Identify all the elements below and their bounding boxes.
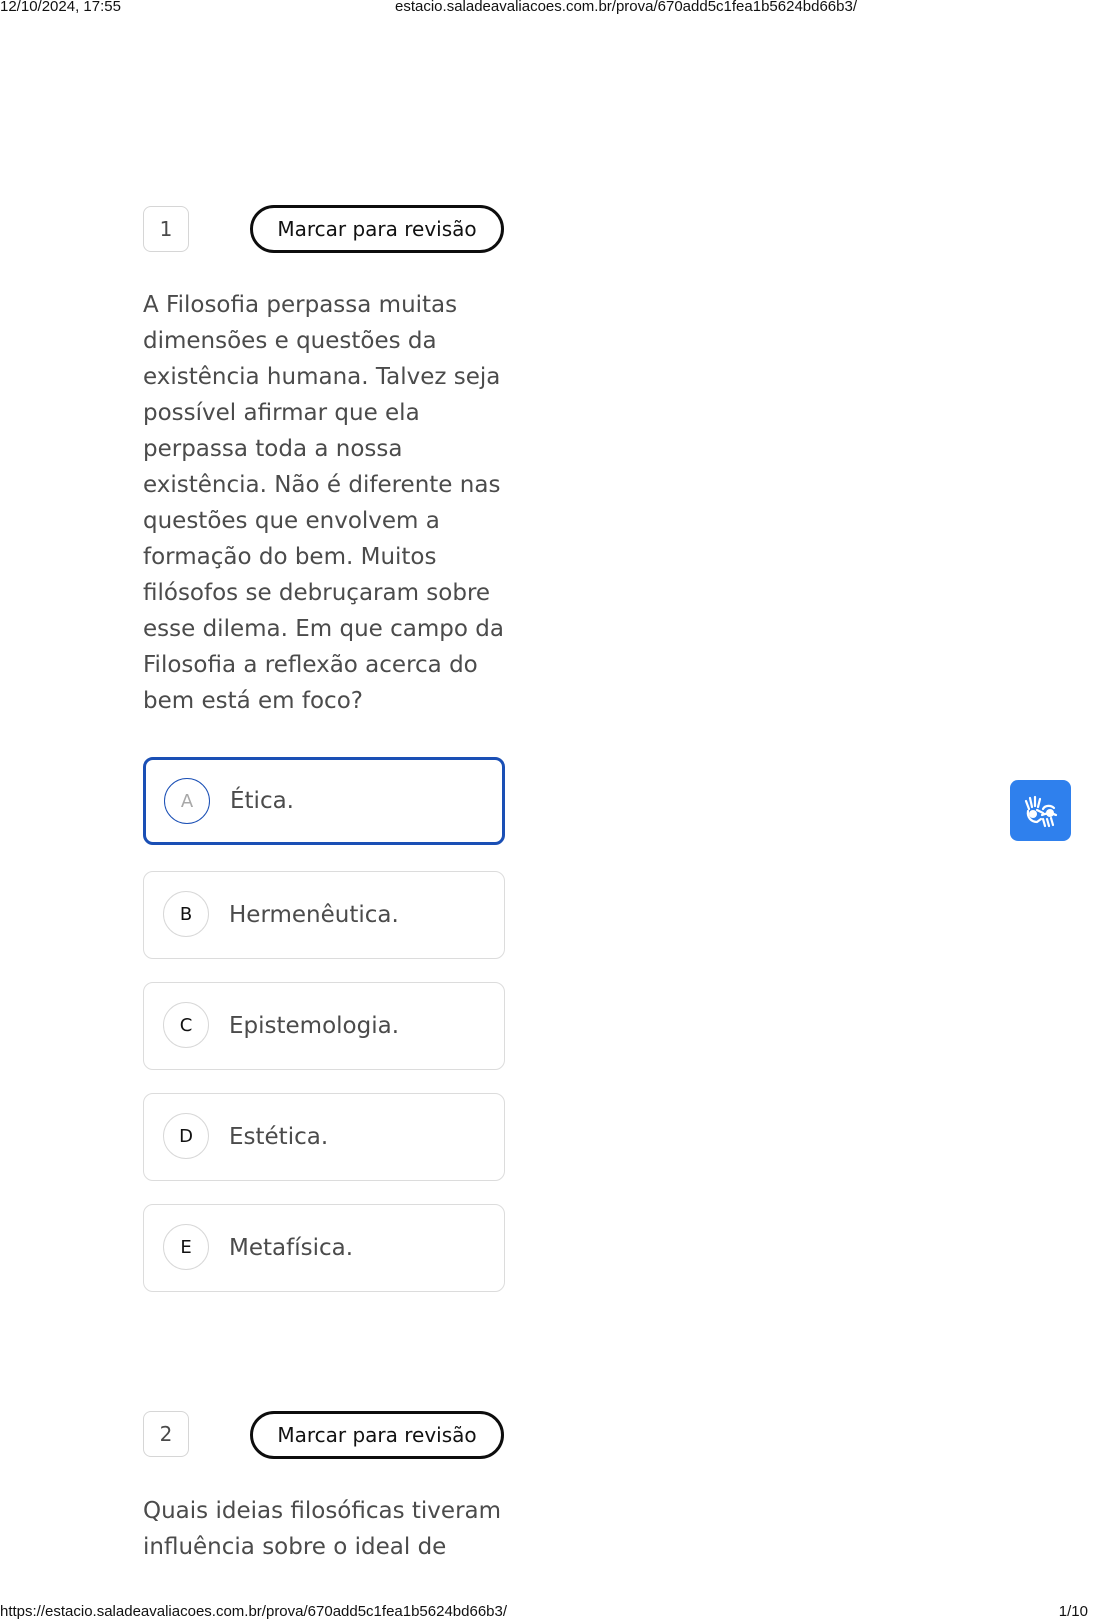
option-letter: C — [163, 1002, 209, 1048]
option-label: Hermenêutica. — [229, 901, 399, 928]
print-datetime: 12/10/2024, 17:55 — [0, 0, 121, 15]
option-e[interactable]: E Metafísica. — [143, 1204, 505, 1292]
option-letter: B — [163, 891, 209, 937]
print-header: 12/10/2024, 17:55 estacio.saladeavaliaco… — [0, 0, 1094, 16]
mark-for-review-button[interactable]: Marcar para revisão — [250, 1411, 504, 1459]
question-text: A Filosofia perpassa muitas dimensões e … — [143, 292, 504, 714]
sign-language-hands-icon — [1024, 795, 1057, 827]
question-text: Quais ideias filosóficas tiveram influên… — [143, 1498, 502, 1560]
option-label: Metafísica. — [229, 1234, 354, 1261]
option-label: Estética. — [229, 1123, 329, 1150]
option-b[interactable]: B Hermenêutica. — [143, 871, 505, 959]
print-footer-url: https://estacio.saladeavaliacoes.com.br/… — [0, 1603, 508, 1620]
question-number-badge: 1 — [143, 206, 189, 252]
mark-for-review-button[interactable]: Marcar para revisão — [250, 205, 504, 253]
libras-accessibility-button[interactable] — [1010, 780, 1071, 841]
option-label: Ética. — [230, 788, 294, 814]
print-header-url: estacio.saladeavaliacoes.com.br/prova/67… — [395, 0, 858, 15]
page-counter: 1/10 — [1058, 1603, 1088, 1620]
option-letter: A — [164, 778, 210, 824]
option-c[interactable]: C Epistemologia. — [143, 982, 505, 1070]
print-footer: https://estacio.saladeavaliacoes.com.br/… — [0, 1603, 1094, 1621]
option-letter: D — [163, 1113, 209, 1159]
option-d[interactable]: D Estética. — [143, 1093, 505, 1181]
option-label: Epistemologia. — [229, 1012, 400, 1039]
option-a[interactable]: A Ética. — [143, 757, 505, 845]
question-number-badge: 2 — [143, 1411, 189, 1457]
option-letter: E — [163, 1224, 209, 1270]
